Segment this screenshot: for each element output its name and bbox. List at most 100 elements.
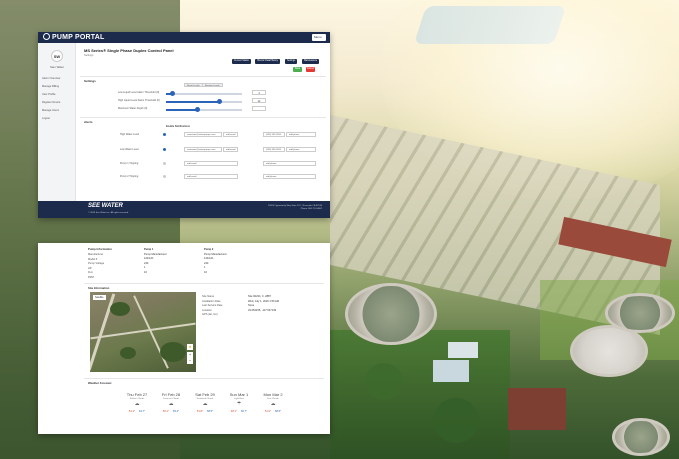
sidebar-user-name: Sam Water [50,65,64,69]
street-view-pegman-icon[interactable]: ♦ [187,344,193,350]
notify-toggle-pump2-tripping[interactable] [163,175,166,178]
pump2-column: Pump 2 Pump Manufacturer 1234-01 240 1 1… [204,248,227,276]
tab-historic-data[interactable]: Historic Data/History [255,59,280,64]
weather-high: 66.7° [241,410,248,413]
sidebar-item-alarm-overview[interactable]: Alarm Overview [42,77,60,80]
pump-info-keys: Manufacturer Model # Pump Voltage HP FLA… [88,253,104,281]
section-divider [80,117,326,118]
map-road [90,322,196,340]
tab-settings[interactable]: Settings [285,59,298,64]
top-navbar: PUMP PORTAL Menu [38,32,330,43]
add-phone-low-water[interactable]: add phone [286,147,316,152]
notify-toggle-high-water[interactable] [163,133,166,136]
weather-high: 68.5° [275,410,282,413]
map-zoom-control[interactable]: + − [187,352,193,364]
max-water-depth-label: Maximum Water Depth (ft) [118,107,148,110]
pump1-column: Pump 1 Pump Manufacturer 1234-01 240 1 1… [144,248,167,276]
slider-knob[interactable] [169,91,175,97]
weather-date: Mon Mar 2 [263,392,283,397]
site-info-keys: Site Name Installation Date Last Service… [202,295,222,318]
weather-high: 68.5° [207,410,214,413]
weather-high: 64.7° [139,410,146,413]
weather-title: Weather Forecast [88,381,112,385]
add-phone-high-water[interactable]: add phone [286,132,316,137]
weather-low: 48.1° [230,410,237,413]
slider-fill [166,101,220,103]
sidebar-item-manage-users[interactable]: Manage Users [42,109,59,112]
weather-day-5: Mon Mar 2 Few Clouds ☁ 51.6° 68.5° [256,392,290,413]
phone-input-high-water[interactable]: (555) 555-5555 [263,132,285,137]
footer-address: 20200 Opportunity Way Suite 101 · Rivers… [268,205,322,212]
high-level-threshold-value[interactable]: 12 [252,98,266,103]
weather-date: Sat Feb 29 [195,392,215,397]
sidebar-item-register-device[interactable]: Register Device [42,101,60,104]
phone-input-pump1-tripping[interactable]: add phone [263,161,316,166]
cloud-icon: ☁ [202,401,208,407]
logo-icon [43,33,50,40]
map-trees [120,347,136,359]
building [508,388,566,430]
footer: SEE WATER © 2020 See Water Inc. All righ… [38,201,330,218]
weather-day-1: Thu Feb 27 Broken Clouds ☁ 51.4° 64.7° [120,392,154,413]
add-email-low-water[interactable]: add email [223,147,238,152]
sidebar-item-user-profile[interactable]: User Profile [42,93,56,96]
email-input-pump2-tripping[interactable]: add email [184,174,238,179]
email-input-pump1-tripping[interactable]: add email [184,161,238,166]
site-info-values: Site #2234, C. 2887 Wed, July 1, 2020 1:… [248,295,279,313]
building [448,342,478,358]
slider-knob[interactable] [195,107,201,113]
footer-phone: Phone: 800-TO-SEE2 [300,208,322,211]
max-water-depth-value[interactable] [252,106,266,111]
site-details-panel: Pump Information Manufacturer Model # Pu… [38,243,330,434]
page-title: MS Series® Single Phase Duplex Control P… [84,48,174,53]
low-level-threshold-label: Low Liquid Level Alarm Threshold (ft) [118,91,160,94]
map-type-toggle[interactable]: Satellite [93,295,106,300]
main-content: MS Series® Single Phase Duplex Control P… [80,45,326,205]
building [433,360,469,382]
site-key: GPS (lat, lon) [202,313,218,317]
notify-toggle-low-water[interactable] [163,148,166,151]
add-email-high-water[interactable]: add email [223,132,238,137]
phone-input-low-water[interactable]: (555) 555-5555 [263,147,285,152]
high-level-threshold-slider[interactable] [166,99,242,105]
avatar[interactable]: SW [51,50,63,62]
weather-low: 51.4° [128,410,135,413]
weather-condition: Light Rain [234,398,244,400]
phone-input-pump2-tripping[interactable]: add phone [263,174,316,179]
sidebar-item-logout[interactable]: Logout [42,117,50,120]
footer-copyright: © 2020 See Water Inc. All rights reserve… [88,212,129,214]
alert-label-low-water: Low Water Level [120,148,139,151]
section-divider [80,76,326,77]
pump-key: Manufacturer [88,253,104,256]
weather-low: 50.1° [162,410,169,413]
weather-condition: Overcast Clouds [162,398,180,400]
site-map[interactable]: Satellite ♦ + − [90,292,196,372]
weather-condition: Few Clouds [267,398,279,400]
tab-maintenance[interactable]: Maintenance [302,59,320,64]
email-input-low-water[interactable]: samwater@waterpumps.com [184,147,222,152]
section-divider [84,378,324,379]
tab-current-status[interactable]: Current Status [232,59,251,64]
low-level-threshold-slider[interactable] [166,91,242,97]
restore-levels-button[interactable]: Restore Levels [202,83,223,87]
alerts-section-title: Alerts [84,120,93,124]
max-water-depth-slider[interactable] [166,107,242,113]
tree-cluster [330,330,510,459]
alert-label-high-water: High Water Level [120,133,140,136]
pump-key: RPM [88,275,94,279]
low-level-threshold-value[interactable]: 4 [252,90,266,95]
clarifier-tank [612,418,670,456]
slider-knob[interactable] [216,99,222,105]
cancel-button[interactable]: Cancel [306,67,315,72]
weather-date: Fri Feb 28 [161,392,181,397]
sidebar-item-manage-billing[interactable]: Manage Billing [42,85,59,88]
email-input-high-water[interactable]: samwater@waterpumps.com [184,132,222,137]
notify-toggle-pump1-tripping[interactable] [163,162,166,165]
weather-low: 51.6° [264,410,271,413]
footer-logo: SEE WATER [88,203,123,209]
reset-levels-button[interactable]: Reset Levels [184,83,203,87]
save-button[interactable]: Save [293,67,302,72]
user-menu-button[interactable]: Menu [312,34,326,41]
settings-section-title: Settings [84,79,96,83]
app-logo[interactable]: PUMP PORTAL [43,33,105,41]
